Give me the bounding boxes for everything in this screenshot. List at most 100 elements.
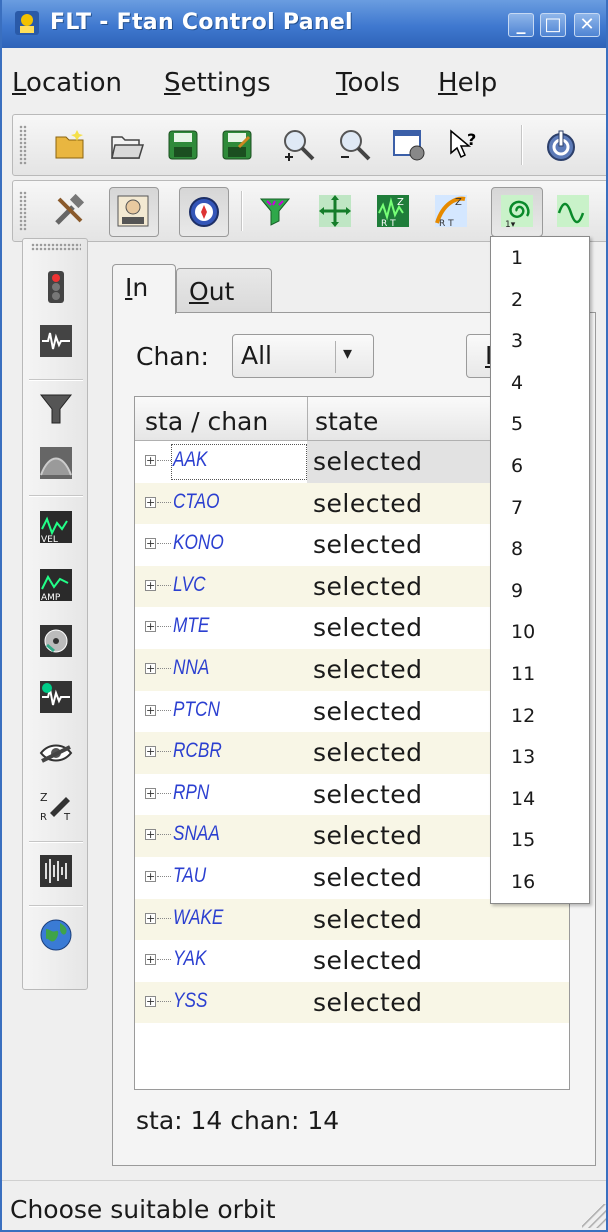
expand-icon[interactable]: + xyxy=(145,954,156,966)
menu-tools[interactable]: Tools xyxy=(336,68,400,98)
maximize-button[interactable]: □ xyxy=(540,13,566,37)
save-icon[interactable] xyxy=(165,127,201,163)
svg-text:Z: Z xyxy=(397,197,404,208)
resize-grip[interactable] xyxy=(582,1204,606,1228)
filter-green-icon[interactable] xyxy=(257,193,293,229)
station-name[interactable]: KONO xyxy=(173,531,224,555)
waveform-gear-icon[interactable] xyxy=(38,679,74,715)
disk-icon[interactable] xyxy=(38,623,74,659)
waveform-icon[interactable] xyxy=(38,323,74,359)
expand-icon[interactable]: + xyxy=(145,538,156,550)
expand-icon[interactable]: + xyxy=(145,621,156,633)
orbit-option[interactable]: 10 xyxy=(511,621,535,643)
station-name[interactable]: MTE xyxy=(173,614,209,638)
expand-icon[interactable]: + xyxy=(145,496,156,508)
station-name[interactable]: TAU xyxy=(173,864,206,888)
compass-icon xyxy=(189,197,219,227)
orbit-option[interactable]: 6 xyxy=(511,455,523,477)
tab-out[interactable]: Out xyxy=(176,268,272,316)
table-row[interactable]: + YSS selected xyxy=(135,981,569,1024)
tree-branch-line xyxy=(157,751,171,753)
station-name[interactable]: YAK xyxy=(173,947,207,971)
zrt-pen-icon[interactable]: ZR T xyxy=(38,787,74,823)
traffic-light-icon[interactable] xyxy=(38,269,74,305)
station-name[interactable]: YSS xyxy=(173,989,207,1013)
whats-this-icon[interactable]: ? xyxy=(445,127,481,163)
orbit-option[interactable]: 11 xyxy=(511,663,535,685)
menu-location[interactable]: Location xyxy=(12,68,122,98)
chan-select[interactable]: All ▾ xyxy=(232,334,374,378)
station-name[interactable]: AAK xyxy=(173,448,207,472)
toolbar-grip[interactable] xyxy=(19,125,27,165)
minimize-button[interactable]: _ xyxy=(508,13,534,37)
zrt-rotate-icon[interactable]: Z R T xyxy=(375,193,411,229)
envelope-icon[interactable] xyxy=(38,445,74,481)
station-name[interactable]: RCBR xyxy=(173,739,222,763)
settings-window-icon[interactable] xyxy=(391,127,427,163)
station-state: selected xyxy=(313,530,423,560)
orbit-option[interactable]: 14 xyxy=(511,788,535,810)
orbit-option[interactable]: 2 xyxy=(511,289,523,311)
zoom-out-icon[interactable] xyxy=(337,127,373,163)
title-bar[interactable]: FLT - Ftan Control Panel _ □ ✕ xyxy=(2,0,606,48)
expand-icon[interactable]: + xyxy=(145,662,156,674)
station-name[interactable]: PTCN xyxy=(173,698,220,722)
chan-select-value: All xyxy=(241,341,272,370)
orbit-option[interactable]: 3 xyxy=(511,330,523,352)
station-name[interactable]: LVC xyxy=(173,573,206,597)
svg-text:T: T xyxy=(63,812,71,823)
power-icon[interactable] xyxy=(543,127,579,163)
move-axes-icon[interactable] xyxy=(317,193,353,229)
sine-wave-icon[interactable] xyxy=(555,193,591,229)
zrt-curve-icon[interactable]: Z R T xyxy=(433,193,469,229)
eye-icon[interactable] xyxy=(38,735,74,771)
toolbar-separator xyxy=(29,841,83,843)
column-header-state[interactable]: state xyxy=(315,407,378,436)
expand-icon[interactable]: + xyxy=(145,912,156,924)
expand-icon[interactable]: + xyxy=(145,787,156,799)
open-folder-icon[interactable] xyxy=(109,127,145,163)
orbit-option[interactable]: 16 xyxy=(511,871,535,893)
tab-in[interactable]: In xyxy=(112,264,176,314)
menu-settings[interactable]: Settings xyxy=(164,68,271,98)
orbit-option[interactable]: 5 xyxy=(511,413,523,435)
orbit-option[interactable]: 15 xyxy=(511,829,535,851)
expand-icon[interactable]: + xyxy=(145,829,156,841)
expand-icon[interactable]: + xyxy=(145,995,156,1007)
orbit-option[interactable]: 12 xyxy=(511,705,535,727)
expand-icon[interactable]: + xyxy=(145,455,156,466)
table-row[interactable]: + WAKE selected xyxy=(135,898,569,941)
expand-icon[interactable]: + xyxy=(145,704,156,716)
sound-bars-icon[interactable] xyxy=(38,853,74,889)
expand-icon[interactable]: + xyxy=(145,579,156,591)
expand-icon[interactable]: + xyxy=(145,746,156,758)
orbit-option[interactable]: 9 xyxy=(511,580,523,602)
orbit-option[interactable]: 7 xyxy=(511,497,523,519)
close-button[interactable]: ✕ xyxy=(574,13,600,37)
column-header-sta-chan[interactable]: sta / chan xyxy=(145,407,268,436)
station-name[interactable]: CTAO xyxy=(173,490,220,514)
tools-icon[interactable] xyxy=(51,193,87,229)
toolbar-grip[interactable] xyxy=(31,243,81,251)
funnel-icon[interactable] xyxy=(38,391,74,427)
orbit-option[interactable]: 13 xyxy=(511,746,535,768)
station-name[interactable]: SNAA xyxy=(173,822,220,846)
amplitude-icon[interactable]: AMP xyxy=(38,567,74,603)
orbit-option[interactable]: 1 xyxy=(511,247,523,269)
table-row[interactable]: + YAK selected xyxy=(135,940,569,982)
menu-help[interactable]: Help xyxy=(438,68,497,98)
expand-icon[interactable]: + xyxy=(145,870,156,882)
tree-branch-line xyxy=(157,543,171,545)
orbit-option[interactable]: 4 xyxy=(511,372,523,394)
new-folder-icon[interactable] xyxy=(53,127,89,163)
station-name[interactable]: RPN xyxy=(173,781,209,805)
save-as-icon[interactable] xyxy=(219,127,255,163)
globe-icon[interactable] xyxy=(38,917,74,953)
toolbar-grip[interactable] xyxy=(19,191,27,231)
tree-branch-line xyxy=(157,626,171,628)
orbit-option[interactable]: 8 xyxy=(511,538,523,560)
zoom-in-icon[interactable] xyxy=(281,127,317,163)
velocity-icon[interactable]: VEL xyxy=(38,509,74,545)
station-name[interactable]: WAKE xyxy=(173,906,223,930)
station-name[interactable]: NNA xyxy=(173,656,209,680)
